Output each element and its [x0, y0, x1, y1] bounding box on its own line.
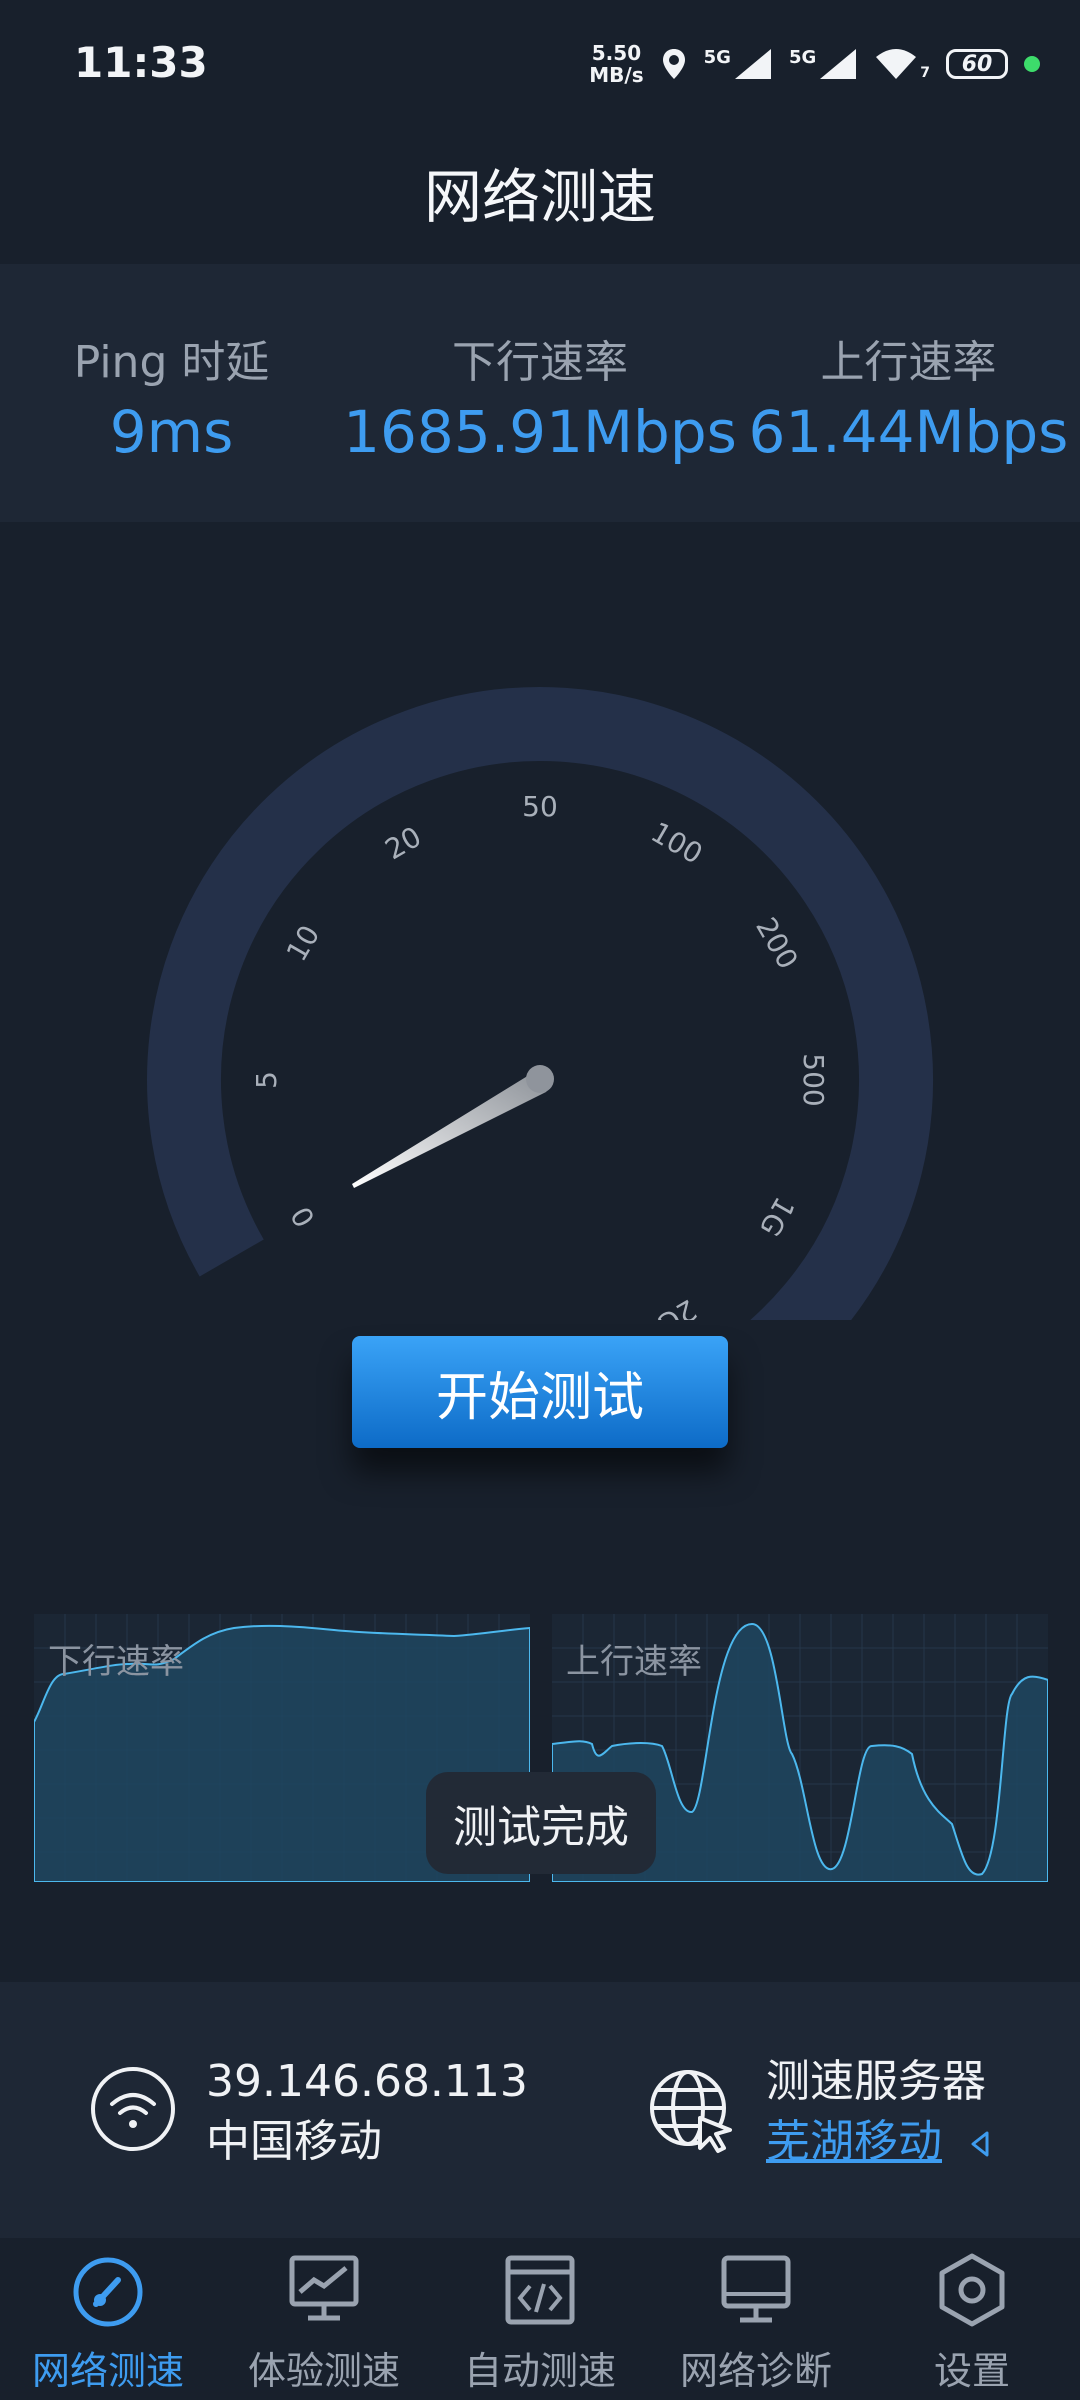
download-stat: 下行速率 1685.91Mbps: [343, 264, 737, 522]
gauge-tick-label: 100: [645, 815, 708, 870]
gauge-needle: [352, 1071, 550, 1188]
nav-experience-test[interactable]: 体验测速: [216, 2238, 432, 2400]
bottom-navigation: 网络测速 体验测速 自动测速 网络诊断 设置: [0, 2238, 1080, 2400]
nav-label: 网络诊断: [679, 2349, 832, 2393]
battery-level: 60: [961, 51, 993, 77]
gauge-needle-hub: [526, 1065, 554, 1093]
wifi-circle-icon: [91, 2067, 175, 2151]
ping-value: 9ms: [109, 398, 234, 466]
nav-label: 设置: [933, 2349, 1010, 2393]
battery-indicator: 60: [946, 49, 1008, 79]
stats-panel: Ping 时延 9ms 下行速率 1685.91Mbps 上行速率 61.44M…: [0, 264, 1080, 522]
upload-chart-label: 上行速率: [566, 1642, 702, 1682]
speedometer-icon: [73, 2257, 143, 2327]
ping-stat: Ping 时延 9ms: [0, 264, 343, 522]
server-selector[interactable]: 芜湖移动: [766, 2112, 990, 2172]
server-name-link[interactable]: 芜湖移动: [766, 2116, 942, 2167]
settings-hexagon-icon: [939, 2253, 1005, 2327]
globe-cursor-icon: [650, 2070, 732, 2153]
status-time: 11:33: [74, 38, 208, 87]
nav-settings[interactable]: 设置: [864, 2238, 1080, 2400]
upload-stat: 上行速率 61.44Mbps: [737, 264, 1080, 522]
nav-label: 网络测速: [31, 2349, 184, 2393]
carrier-name: 中国移动: [206, 2116, 382, 2167]
ip-info: 39.146.68.113 中国移动: [206, 2052, 528, 2172]
gauge-tick-label: 200: [749, 912, 804, 975]
status-icons: 5.50 MB/s 5G 5G 7 60: [589, 36, 1040, 92]
gauge-tick-label: 20: [380, 820, 427, 866]
server-label: 测速服务器: [766, 2056, 986, 2107]
gauge-tick-label: 2G: [651, 1293, 702, 1320]
chart-monitor-icon: [289, 2255, 359, 2321]
upload-label: 上行速率: [820, 337, 997, 388]
code-window-icon: [505, 2255, 575, 2325]
wifi-icon: [876, 49, 917, 79]
monitor-icon: [721, 2255, 791, 2323]
gauge-tick-label: 50: [522, 790, 558, 823]
start-test-button[interactable]: 开始测试: [352, 1336, 728, 1448]
download-label: 下行速率: [452, 337, 628, 388]
speed-gauge: 051020501002005001G2G5G: [147, 687, 933, 1320]
status-bar: 11:33 5.50 MB/s 5G 5G 7 60: [0, 0, 1080, 120]
gauge-tick-label: 500: [797, 1053, 830, 1106]
nav-label: 体验测速: [247, 2349, 400, 2393]
wifi-badge: 7: [920, 65, 930, 81]
nav-network-diagnosis[interactable]: 网络诊断: [648, 2238, 864, 2400]
signal-icon: [820, 49, 857, 79]
sim1-label: 5G: [703, 47, 731, 68]
sim1-signal: 5G: [704, 47, 773, 81]
nav-auto-test[interactable]: 自动测速: [432, 2238, 648, 2400]
network-speed-indicator: 5.50 MB/s: [589, 42, 643, 86]
gauge-tick-label: 1G: [753, 1191, 801, 1242]
gauge-tick-label: 0: [284, 1201, 321, 1233]
nav-speed-test[interactable]: 网络测速: [0, 2238, 216, 2400]
test-complete-toast: 测试完成: [426, 1772, 656, 1874]
ip-address: 39.146.68.113: [206, 2056, 528, 2107]
caret-left-icon[interactable]: [970, 2130, 990, 2158]
wifi-status: 7: [874, 47, 930, 81]
gauge-tick-label: 10: [280, 920, 326, 967]
page-title: 网络测速: [423, 163, 656, 231]
ping-label: Ping 时延: [73, 337, 270, 388]
upload-value: 61.44Mbps: [748, 398, 1069, 466]
sim2-label: 5G: [788, 47, 817, 68]
net-speed-unit: MB/s: [589, 63, 644, 87]
sim2-signal: 5G: [789, 47, 858, 81]
net-speed-value: 5.50: [591, 41, 642, 65]
download-chart-label: 下行速率: [48, 1642, 184, 1682]
server-info: 测速服务器 芜湖移动: [766, 2052, 990, 2172]
nav-label: 自动测速: [463, 2349, 616, 2393]
gauge-tick-labels: 051020501002005001G2G5G: [250, 790, 830, 1320]
signal-icon: [734, 49, 771, 79]
privacy-dot-icon: [1024, 56, 1040, 72]
location-icon: [662, 49, 685, 79]
download-value: 1685.91Mbps: [343, 398, 737, 466]
gauge-tick-label: 5: [250, 1071, 283, 1089]
